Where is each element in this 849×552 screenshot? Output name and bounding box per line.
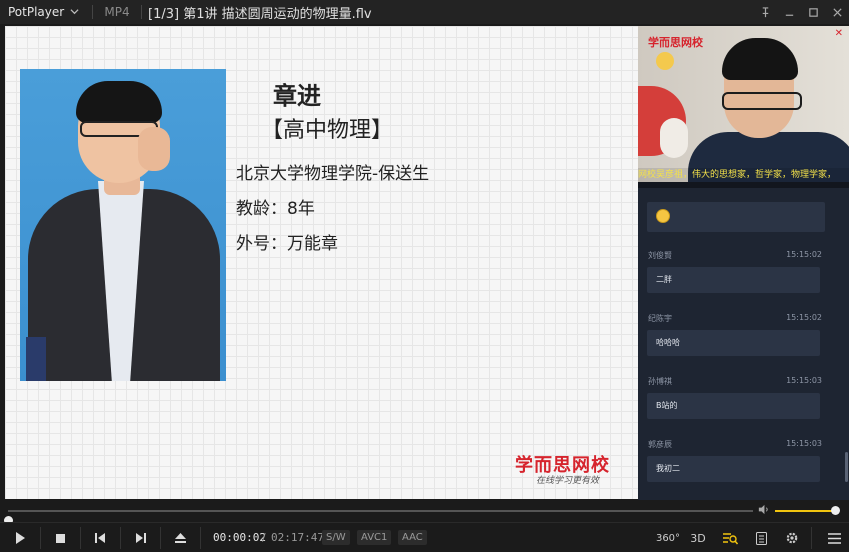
seek-bar[interactable] [4,510,753,525]
chat-emoji-message [647,202,825,232]
main-menu-button[interactable] [820,523,848,552]
chapter-button[interactable] [747,523,775,552]
camera-brand-logo: 学而思网校 [648,36,703,49]
title-bar: PotPlayer MP4 [1/3] 第1讲 描述圆周运动的物理量.flv [0,0,849,24]
gear-icon [786,532,798,544]
teacher-camera: 学而思网校 ✕ 网校吴彦祖，伟大的思想家，哲学家，物理学家， [638,26,849,182]
volume-icon[interactable] [757,503,770,519]
potplayer-window: PotPlayer MP4 [1/3] 第1讲 描述圆周运动的物理量.flv 章… [0,0,849,552]
maximize-icon [808,7,818,17]
chat-message-meta: 孙博祺 15:15:03 [648,376,822,387]
maximize-button[interactable] [801,0,825,24]
title-divider [92,5,93,19]
chat-message: B站的 [647,393,820,419]
skip-forward-icon [135,533,146,543]
window-controls [753,0,849,24]
chat-user: 孙博祺 [648,377,672,386]
hamburger-menu-icon [827,532,841,544]
seek-bar-row [0,500,849,525]
chat-user: 郭彦辰 [648,440,672,449]
chat-time: 15:15:02 [786,313,822,322]
brand-slogan: 在线学习更有效 [536,476,600,486]
volume-level [775,510,836,512]
teacher-school: 北京大学物理学院-保送生 [236,164,430,184]
chat-time: 15:15:02 [786,250,822,259]
camera-ticker: 网校吴彦祖，伟大的思想家，哲学家，物理学家， [638,168,849,182]
camera-badge-icon [656,52,674,70]
chat-user: 刘俊賢 [648,251,672,260]
play-icon [15,532,25,544]
chat-list[interactable]: 刘俊賢 15:15:02 二胖 纪陈宇 15:15:02 哈哈哈 孙博祺 15:… [638,188,843,500]
minimize-button[interactable] [777,0,801,24]
file-format-label: MP4 [104,5,130,19]
teacher-name: 章进 [273,82,321,110]
playback-controls: 00:00:02 / 02:17:47 S/W AVC1 AAC 360° 3D [0,522,849,552]
chat-time: 15:15:03 [786,439,822,448]
chat-message-meta: 纪陈宇 15:15:02 [648,313,822,324]
minimize-icon [785,14,793,16]
3d-button[interactable]: 3D [684,523,712,552]
vr-360-button[interactable]: 360° [654,523,682,552]
audio-codec-badge[interactable]: AAC [398,530,427,545]
teacher-photo [20,69,226,381]
teacher-nickname: 外号：万能章 [236,234,338,254]
title-divider [141,5,142,19]
volume-slider[interactable] [775,506,841,515]
video-codec-badge[interactable]: AVC1 [357,530,392,545]
settings-button[interactable] [778,523,806,552]
volume-handle[interactable] [831,506,841,515]
playlist-search-button[interactable] [716,523,744,552]
eject-button[interactable] [160,523,200,552]
teacher-experience: 教龄：8年 [236,199,315,219]
pin-button[interactable] [753,0,777,24]
document-icon [755,531,767,545]
app-menu-button[interactable]: PotPlayer [0,5,86,19]
current-time: 00:00:02 [213,531,266,544]
playlist-search-icon [722,532,738,544]
video-slide[interactable]: 章进 【高中物理】 北京大学物理学院-保送生 教龄：8年 外号：万能章 学而思网… [5,26,638,499]
chevron-down-icon [70,5,79,19]
time-separator: / [262,531,266,544]
stop-icon [55,533,65,543]
close-button[interactable] [825,0,849,24]
chat-message: 我初二 [647,456,820,482]
laughing-emoji-icon [656,209,670,223]
chat-time: 15:15:03 [786,376,822,385]
teacher-subject: 【高中物理】 [261,118,394,143]
app-name: PotPlayer [8,5,65,19]
skip-back-icon [94,533,105,543]
previous-button[interactable] [80,523,120,552]
next-button[interactable] [120,523,160,552]
eject-icon [174,533,186,543]
total-duration: 02:17:47 [271,531,324,544]
chat-message: 二胖 [647,267,820,293]
chat-message: 哈哈哈 [647,330,820,356]
close-icon [832,7,842,17]
play-button[interactable] [0,523,40,552]
chat-user: 纪陈宇 [648,314,672,323]
chat-message-meta: 刘俊賢 15:15:02 [648,250,822,261]
stop-button[interactable] [40,523,80,552]
close-icon[interactable]: ✕ [835,28,843,39]
pin-icon [762,6,768,17]
chat-scrollbar[interactable] [845,452,848,482]
chat-message-meta: 郭彦辰 15:15:03 [648,439,822,450]
chat-panel: 刘俊賢 15:15:02 二胖 纪陈宇 15:15:02 哈哈哈 孙博祺 15:… [638,182,849,500]
window-title: [1/3] 第1讲 描述圆周运动的物理量.flv [148,6,372,22]
decoder-badge[interactable]: S/W [322,530,350,545]
